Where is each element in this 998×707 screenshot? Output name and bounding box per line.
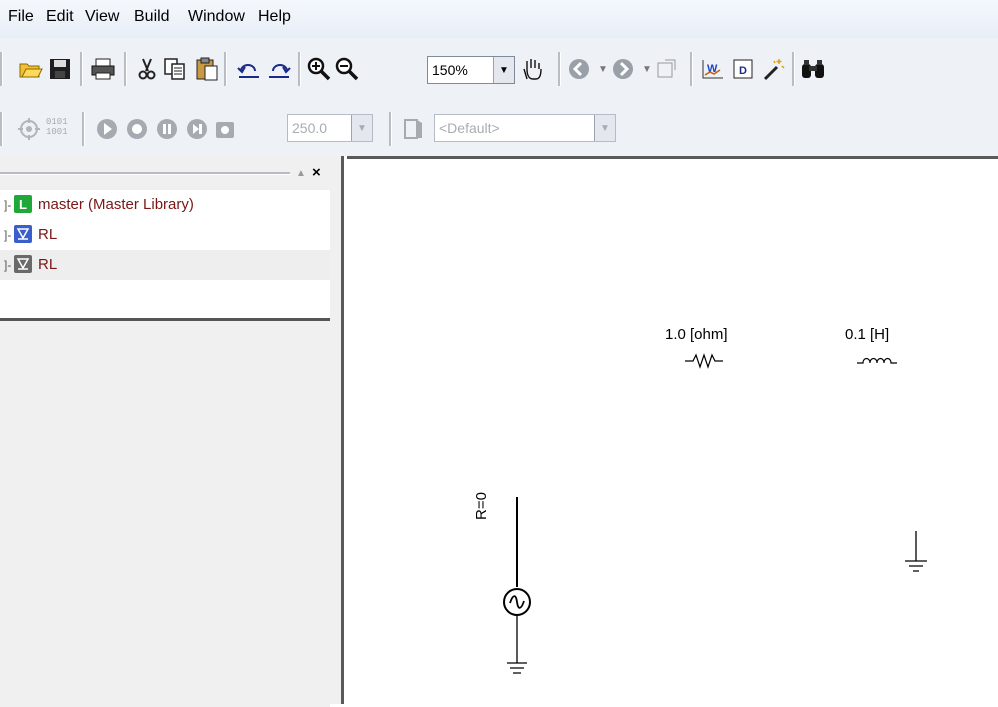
new-window-icon[interactable]: [654, 56, 680, 82]
time-step-value: 250.0: [292, 120, 328, 136]
tree-item-label: master (Master Library): [38, 196, 194, 213]
binary-label-top: 0101: [46, 117, 68, 127]
panel-lower-area: [0, 318, 330, 707]
menu-edit[interactable]: Edit: [46, 8, 74, 26]
expand-icon[interactable]: ]-: [4, 258, 11, 272]
toolbar-separator: [298, 52, 301, 86]
binary-label[interactable]: 0101 1001: [46, 117, 68, 137]
pan-hand-icon[interactable]: [520, 56, 546, 82]
toolbar-separator: [80, 52, 83, 86]
voltage-source-symbol[interactable]: [495, 495, 535, 685]
tree-item-rl[interactable]: ]- RL: [0, 220, 330, 250]
d-icon[interactable]: D: [730, 56, 756, 82]
step-icon[interactable]: [184, 116, 210, 142]
inductor-symbol[interactable]: [855, 351, 915, 371]
tree-item-rl-active[interactable]: ]- RL: [0, 250, 330, 280]
build-toolbar: 0101 1001 250.0 ▼ <Default> ▼: [0, 100, 998, 156]
panel-header: ▲ ×: [0, 164, 332, 186]
toolbar-separator: [389, 112, 392, 146]
project-icon: [14, 225, 32, 243]
stop-icon[interactable]: [124, 116, 150, 142]
toolbar-separator: [792, 52, 795, 86]
resistor-symbol[interactable]: [683, 351, 743, 371]
tree-item-master[interactable]: ]- L master (Master Library): [0, 190, 330, 220]
zoom-in-icon[interactable]: [306, 56, 332, 82]
copy-icon[interactable]: [162, 56, 188, 82]
menu-view[interactable]: View: [85, 8, 119, 26]
project-icon: [14, 255, 32, 273]
menu-help[interactable]: Help: [258, 8, 291, 26]
menu-bar: File Edit View Build Window Help: [0, 0, 998, 38]
snapshot-icon[interactable]: [212, 116, 238, 142]
project-tree: ]- L master (Master Library) ]- RL ]- RL: [0, 190, 330, 318]
menu-file[interactable]: File: [8, 8, 34, 26]
undo-icon[interactable]: [236, 56, 262, 82]
binary-label-bottom: 1001: [46, 127, 68, 137]
profile-value: <Default>: [439, 120, 500, 136]
resistor-label: 1.0 [ohm]: [665, 326, 728, 343]
zoom-select[interactable]: 150% ▼: [427, 56, 515, 84]
toolbar-separator: [82, 112, 85, 146]
workspace-panel: ▲ × ]- L master (Master Library) ]- RL ]…: [0, 156, 344, 707]
panel-pin-icon[interactable]: ▲: [296, 168, 306, 179]
tree-item-label: RL: [38, 256, 58, 273]
svg-text:D: D: [739, 65, 747, 77]
expand-icon[interactable]: ]-: [4, 198, 11, 212]
time-step-select[interactable]: 250.0 ▼: [287, 114, 373, 142]
toolbar-separator: [0, 112, 3, 146]
close-icon[interactable]: ×: [312, 164, 321, 181]
chevron-down-icon[interactable]: ▼: [351, 115, 372, 141]
menu-window[interactable]: Window: [188, 8, 245, 26]
panel-grip[interactable]: [0, 172, 290, 175]
source-resistance-label: R=0: [473, 492, 490, 520]
binoculars-icon[interactable]: [800, 56, 826, 82]
layers-icon[interactable]: [400, 116, 426, 142]
save-icon[interactable]: [47, 56, 73, 82]
wand-icon[interactable]: [760, 56, 786, 82]
chart-icon[interactable]: W: [700, 56, 726, 82]
expand-icon[interactable]: ]-: [4, 228, 11, 242]
tree-item-label: RL: [38, 226, 58, 243]
open-folder-icon[interactable]: [18, 56, 44, 82]
print-icon[interactable]: [90, 56, 116, 82]
ground-symbol[interactable]: [901, 529, 931, 579]
forward-icon[interactable]: [610, 56, 636, 82]
back-icon[interactable]: [566, 56, 592, 82]
pause-icon[interactable]: [154, 116, 180, 142]
toolbar-separator: [224, 52, 227, 86]
cut-icon[interactable]: [134, 56, 160, 82]
toolbar-separator: [690, 52, 693, 86]
inductor-label: 0.1 [H]: [845, 326, 890, 343]
chevron-down-icon[interactable]: ▼: [493, 57, 514, 83]
main-toolbar: 150% ▼ ▼ ▼ W D: [0, 38, 998, 100]
zoom-value: 150%: [432, 62, 468, 78]
build-icon[interactable]: [16, 116, 42, 142]
toolbar-separator: [0, 52, 3, 86]
zoom-out-icon[interactable]: [334, 56, 360, 82]
redo-icon[interactable]: [266, 56, 292, 82]
schematic-canvas[interactable]: 1.0 [ohm] 0.1 [H] R=0: [347, 156, 998, 704]
menu-build[interactable]: Build: [134, 8, 170, 26]
library-icon: L: [14, 195, 32, 213]
toolbar-separator: [124, 52, 127, 86]
paste-icon[interactable]: [194, 56, 220, 82]
toolbar-separator: [558, 52, 561, 86]
profile-select[interactable]: <Default> ▼: [434, 114, 616, 142]
chevron-down-icon[interactable]: ▼: [594, 115, 615, 141]
run-icon[interactable]: [94, 116, 120, 142]
